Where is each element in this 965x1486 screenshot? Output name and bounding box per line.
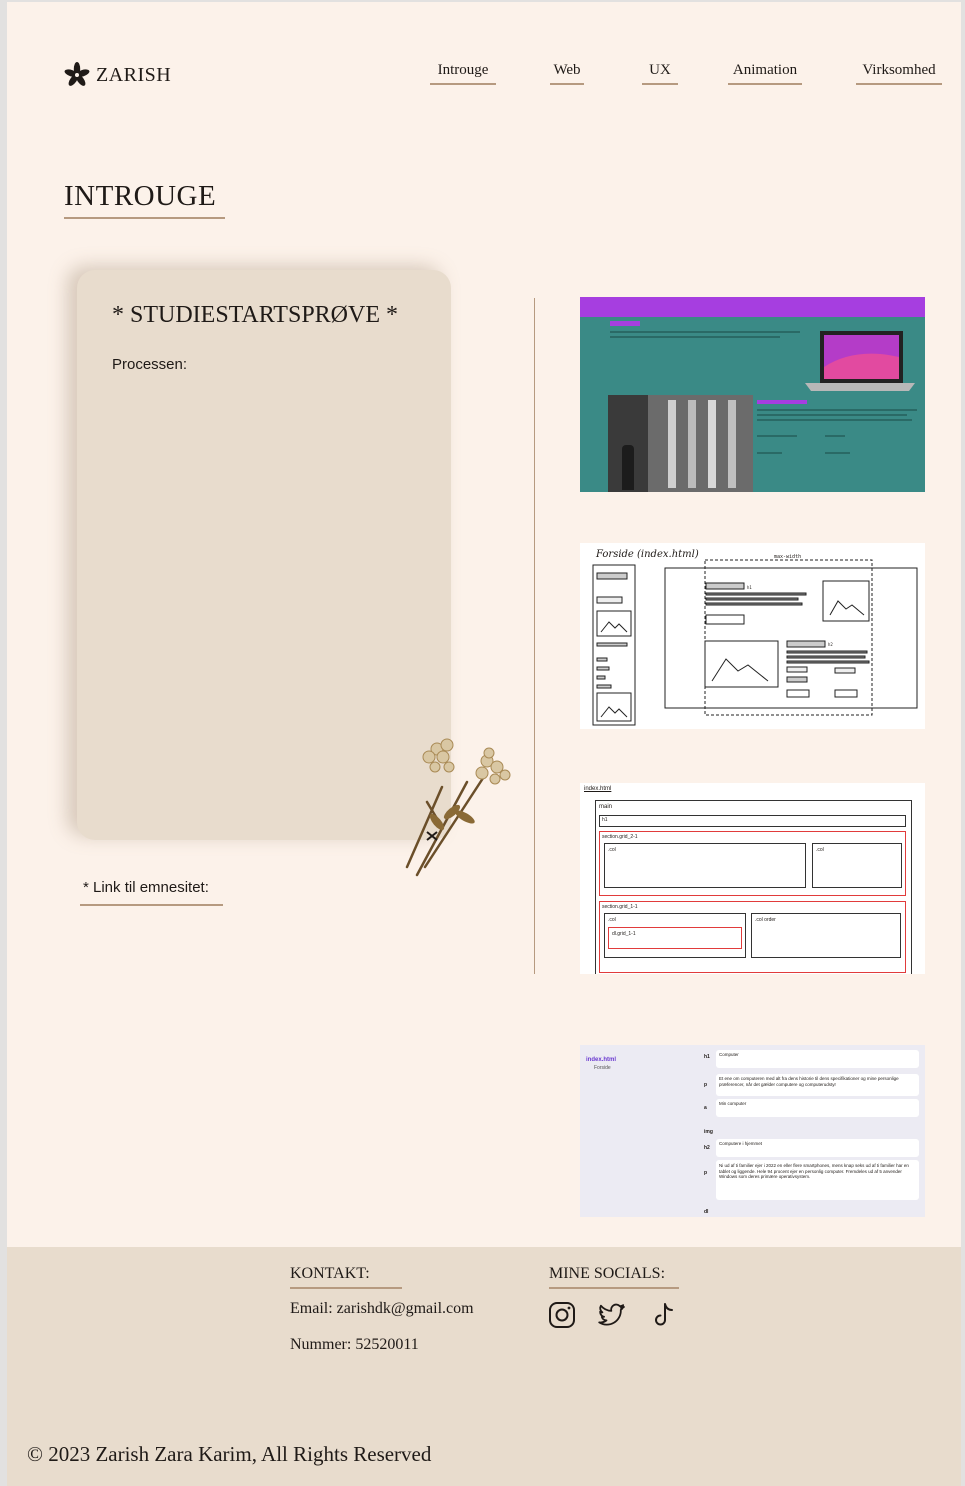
nav-link-animation[interactable]: Animation bbox=[728, 62, 802, 85]
contact-phone: Nummer: 52520011 bbox=[290, 1336, 419, 1353]
outline-value: Computer bbox=[716, 1050, 919, 1068]
dried-flower-image bbox=[405, 738, 511, 877]
sketch-h2-tag: h2 bbox=[828, 642, 833, 647]
twitter-icon[interactable] bbox=[597, 1300, 627, 1330]
outline-value: Computere i hjemmet bbox=[716, 1139, 919, 1157]
tiktok-icon[interactable] bbox=[649, 1300, 679, 1330]
thumb-text-line bbox=[825, 435, 845, 437]
thumbnail-html-structure: index.html main h1 section.grid_2-1 .col… bbox=[580, 783, 925, 974]
h1-box: h1 bbox=[599, 815, 906, 827]
thumb-text-line bbox=[610, 336, 780, 338]
structure-main-box: main h1 section.grid_2-1 .col .col secti… bbox=[595, 800, 912, 974]
thumbnail-content-outline: index.html Forside h1 Computer p Et ene … bbox=[580, 1045, 925, 1217]
card-title: * STUDIESTARTSPRØVE * bbox=[112, 302, 398, 328]
col-order-box: .col order bbox=[751, 913, 901, 958]
contact-email[interactable]: Email: zarishdk@gmail.com bbox=[290, 1300, 474, 1318]
outline-page-label: Forside bbox=[594, 1065, 611, 1071]
thumb-nav-bar bbox=[580, 297, 925, 317]
outline-tag: img bbox=[704, 1129, 713, 1135]
col-box: .col bbox=[604, 843, 806, 888]
col-box: .col bbox=[812, 843, 902, 888]
outline-tag: p bbox=[704, 1170, 708, 1176]
thumb-text-line bbox=[757, 452, 782, 454]
thumbnail-website-screenshot bbox=[580, 297, 925, 492]
nav-link-virksomhed[interactable]: Virksomhed bbox=[856, 62, 942, 85]
outline-tag: p bbox=[704, 1082, 708, 1088]
thumb-text-line bbox=[757, 419, 912, 421]
contact-heading: KONTAKT: bbox=[290, 1265, 402, 1289]
thumb-subheading bbox=[757, 400, 807, 404]
col-label: .col bbox=[608, 847, 616, 853]
col-label: .col bbox=[608, 917, 616, 923]
section-grid-1-1-box: section.grid_1-1 .col dl.grid_1-1 .col o… bbox=[599, 901, 906, 973]
main-label: main bbox=[599, 804, 613, 810]
card-subtitle: Processen: bbox=[112, 356, 188, 373]
emnesite-link[interactable]: * Link til emnesitet: bbox=[80, 879, 223, 906]
thumb-text-line bbox=[757, 409, 917, 411]
thumbnail-wireframe-sketch: Forside (index.html) max-width h1 h2 bbox=[580, 543, 925, 729]
nav-link-introuge[interactable]: Introuge bbox=[430, 62, 496, 85]
main-nav: Introuge Web UX Animation Virksomhed bbox=[7, 62, 961, 86]
thumb-text-line bbox=[610, 331, 800, 333]
thumb-text-line bbox=[757, 414, 907, 416]
thumb-text-line bbox=[825, 452, 850, 454]
col-label: .col bbox=[816, 847, 824, 853]
section-label: section.grid_1-1 bbox=[602, 904, 638, 910]
page-title: INTROUGE bbox=[64, 180, 225, 219]
nav-link-ux[interactable]: UX bbox=[642, 62, 678, 85]
outline-value: Ni ud af ti familier ejer i 2022 en elle… bbox=[716, 1160, 919, 1200]
instagram-icon[interactable] bbox=[547, 1300, 577, 1330]
outline-tag: h1 bbox=[704, 1054, 710, 1060]
outline-tag: h2 bbox=[704, 1145, 710, 1151]
outline-value: Min computer bbox=[716, 1099, 919, 1117]
outline-tag: a bbox=[704, 1105, 707, 1111]
nav-link-web[interactable]: Web bbox=[550, 62, 584, 85]
page: ZARISH Introuge Web UX Animation Virksom… bbox=[7, 2, 961, 1486]
server-room-image bbox=[608, 395, 753, 492]
copyright: © 2023 Zarish Zara Karim, All Rights Res… bbox=[27, 1442, 432, 1466]
dl-label: dl.grid_1-1 bbox=[612, 931, 636, 937]
section-label: section.grid_2-1 bbox=[602, 834, 638, 840]
section-grid-2-1-box: section.grid_2-1 .col .col bbox=[599, 831, 906, 896]
outline-value: Et ene om computeren med alt fra dens hi… bbox=[716, 1074, 919, 1096]
sketch-h1-tag: h1 bbox=[747, 585, 752, 590]
dl-grid-box: dl.grid_1-1 bbox=[608, 927, 742, 949]
thumb-text-line bbox=[757, 435, 797, 437]
col-order-label: .col order bbox=[755, 917, 776, 923]
outline-file-label: index.html bbox=[586, 1057, 617, 1063]
col-box: .col dl.grid_1-1 bbox=[604, 913, 746, 958]
thumb-heading bbox=[610, 321, 640, 326]
outline-tag: dl bbox=[704, 1209, 709, 1215]
wireframe-drawing bbox=[592, 559, 918, 726]
laptop-image bbox=[805, 331, 915, 391]
structure-file-label: index.html bbox=[584, 786, 612, 792]
h1-label: h1 bbox=[602, 817, 608, 823]
socials-heading: MINE SOCIALS: bbox=[549, 1265, 679, 1289]
vertical-divider bbox=[534, 298, 535, 974]
